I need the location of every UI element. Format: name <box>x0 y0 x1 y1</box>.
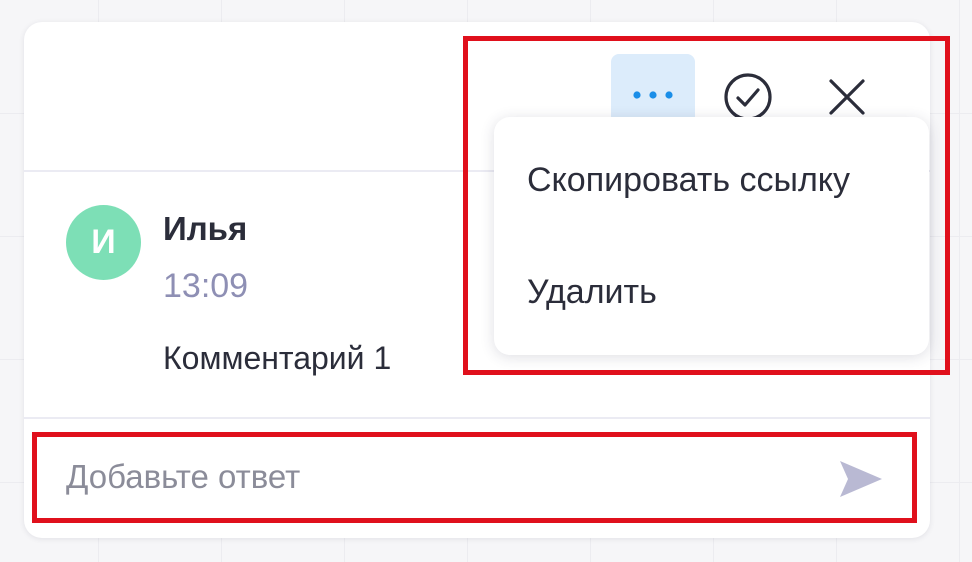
more-dots-icon <box>633 91 673 99</box>
copy-link-menu-item[interactable]: Скопировать ссылку <box>494 125 929 235</box>
send-icon <box>840 461 882 497</box>
comment-text: Комментарий 1 <box>163 340 392 376</box>
send-button[interactable] <box>833 454 889 504</box>
comment-time: 13:09 <box>163 267 249 305</box>
comment-author: Илья <box>163 210 248 247</box>
reply-divider <box>24 417 930 419</box>
delete-menu-item[interactable]: Удалить <box>494 237 929 347</box>
reply-box <box>38 434 914 520</box>
check-circle-icon <box>724 73 772 121</box>
close-icon <box>829 79 865 115</box>
avatar: И <box>66 205 141 280</box>
context-menu: Скопировать ссылку Удалить <box>494 117 929 355</box>
reply-input[interactable] <box>38 434 838 520</box>
